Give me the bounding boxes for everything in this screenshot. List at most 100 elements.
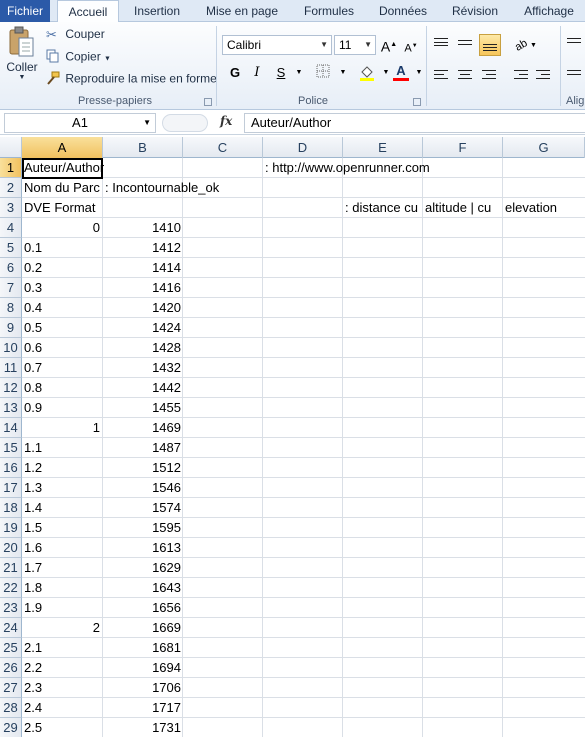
cell-a[interactable]: 2.3 [22,678,44,697]
formula-bar-resize-handle[interactable] [162,114,208,132]
cell-a[interactable]: 1.4 [22,498,44,517]
borders-button[interactable] [314,64,332,82]
cell-b[interactable]: 1416 [103,278,183,297]
cell-b[interactable]: 1420 [103,298,183,317]
cell-b[interactable]: 1428 [103,338,183,357]
paste-dropdown-icon[interactable]: ▼ [4,74,40,81]
cell-a[interactable]: 0.3 [22,278,44,297]
cell-a[interactable]: 2.4 [22,698,44,717]
cell-a[interactable]: 0.4 [22,298,44,317]
row-header[interactable]: 19 [0,518,22,538]
decrease-indent-button[interactable] [514,67,532,83]
cell-b[interactable]: 1469 [103,418,183,437]
cell-b[interactable]: 1717 [103,698,183,717]
align-right-button[interactable] [482,67,500,83]
cell-a[interactable]: 2.2 [22,658,44,677]
cell-b[interactable]: 1694 [103,658,183,677]
cell-e[interactable]: : distance cu [343,198,420,217]
format-painter-button[interactable]: Reproduire la mise en forme [46,71,217,88]
cell-a[interactable]: 1.3 [22,478,44,497]
font-launcher-icon[interactable] [413,98,421,106]
cell-a[interactable]: 2 [22,618,102,637]
select-all-corner[interactable] [0,137,22,158]
row-header[interactable]: 23 [0,598,22,618]
underline-button[interactable]: S [272,64,290,82]
row-header[interactable]: 12 [0,378,22,398]
name-box[interactable]: A1 ▼ [4,113,156,133]
underline-dropdown-icon[interactable]: ▼ [290,64,308,82]
merge-center-button[interactable] [567,67,585,83]
cell-b[interactable]: 1656 [103,598,183,617]
formula-input[interactable]: Auteur/Author [244,113,585,133]
cell-b[interactable]: 1731 [103,718,183,737]
font-size-combo[interactable]: 11 ▼ [334,35,376,55]
cell-b[interactable] [103,158,107,177]
row-header[interactable]: 29 [0,718,22,737]
row-header[interactable]: 5 [0,238,22,258]
cell-b[interactable]: 1410 [103,218,183,237]
tab-home[interactable]: Accueil [57,0,119,23]
row-header[interactable]: 11 [0,358,22,378]
tab-file[interactable]: Fichier [0,0,50,22]
cell-b[interactable]: 1432 [103,358,183,377]
fill-color-button[interactable] [358,64,376,82]
row-header[interactable]: 15 [0,438,22,458]
column-header-b[interactable]: B [103,137,183,158]
cell-a[interactable]: DVE Format [22,198,98,217]
cell-a[interactable]: 1.2 [22,458,44,477]
cell-b[interactable]: 1629 [103,558,183,577]
row-header[interactable]: 25 [0,638,22,658]
cell-a[interactable]: Nom du Parc [22,178,102,197]
cell-a[interactable]: 0.9 [22,398,44,417]
align-bottom-button[interactable] [479,34,501,56]
cell-a[interactable]: 0.1 [22,238,44,257]
cell-a[interactable]: 0.8 [22,378,44,397]
clipboard-launcher-icon[interactable] [204,98,212,106]
cell-a[interactable]: 1.1 [22,438,44,457]
cut-button[interactable]: ✂ Couper [46,27,105,43]
cell-a[interactable]: 1.9 [22,598,44,617]
cell-d[interactable]: : http://www.openrunner.com [263,158,432,177]
row-header[interactable]: 18 [0,498,22,518]
row-header[interactable]: 8 [0,298,22,318]
cell-a[interactable]: 0.5 [22,318,44,337]
cell-b[interactable]: 1455 [103,398,183,417]
cell-b[interactable]: 1442 [103,378,183,397]
cell-b[interactable]: 1487 [103,438,183,457]
borders-dropdown-icon[interactable]: ▼ [334,64,352,82]
row-header[interactable]: 26 [0,658,22,678]
row-header[interactable]: 27 [0,678,22,698]
tab-formulas[interactable]: Formules [296,0,362,22]
cell-b[interactable]: 1574 [103,498,183,517]
copy-dropdown-icon[interactable]: ▼ [104,56,111,63]
row-header[interactable]: 3 [0,198,22,218]
row-header[interactable]: 9 [0,318,22,338]
italic-button[interactable]: I [248,64,266,82]
cell-a[interactable]: 0 [22,218,102,237]
cell-b[interactable]: 1681 [103,638,183,657]
cell-a[interactable]: 1.6 [22,538,44,557]
cell-a[interactable]: 2.1 [22,638,44,657]
grow-font-button[interactable]: A▲ [380,36,398,55]
tab-data[interactable]: Données [370,0,436,22]
cell-a[interactable]: 1.8 [22,578,44,597]
cell-b[interactable]: 1546 [103,478,183,497]
column-header-f[interactable]: F [423,137,503,158]
row-header[interactable]: 16 [0,458,22,478]
bold-button[interactable]: G [226,64,244,82]
insert-function-button[interactable]: fx [220,114,232,128]
cell-a[interactable]: 1 [22,418,102,437]
shrink-font-button[interactable]: A▼ [402,37,420,55]
row-header[interactable]: 10 [0,338,22,358]
font-color-button[interactable]: A [392,62,410,81]
cell-b[interactable]: : Incontournable_ok [103,178,221,197]
tab-view[interactable]: Affichage [514,0,584,22]
cell-a[interactable]: 0.7 [22,358,44,377]
cell-b[interactable]: 1613 [103,538,183,557]
row-header[interactable]: 7 [0,278,22,298]
row-header[interactable]: 14 [0,418,22,438]
row-header[interactable]: 17 [0,478,22,498]
cell-a[interactable]: 1.5 [22,518,44,537]
wrap-text-button[interactable] [567,35,585,51]
copy-button[interactable]: Copier ▼ [46,49,111,66]
